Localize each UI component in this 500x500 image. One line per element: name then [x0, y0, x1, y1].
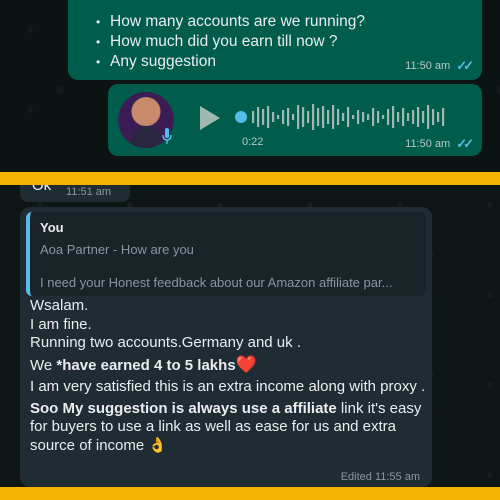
heart-emoji: ❤️: [235, 354, 257, 374]
message-line: Wsalam.: [30, 297, 89, 314]
mic-icon: [162, 128, 172, 144]
double-check-icon: ✓✓: [456, 136, 474, 151]
message-body: Wsalam. I am fine. Running two accounts.…: [30, 297, 428, 455]
audio-waveform[interactable]: [234, 102, 454, 132]
message-bold-text: *have earned 4 to 5 lakhs: [56, 356, 236, 374]
quoted-message[interactable]: You Aoa Partner - How are you I need you…: [26, 212, 426, 296]
message-line: Running two accounts.Germany and uk .: [30, 334, 301, 351]
message-line: I am very satisfied this is an extra inc…: [30, 378, 426, 395]
list-item: How much did you earn till now ?: [82, 32, 470, 52]
message-meta: 11:50 am ✓✓: [405, 136, 474, 152]
ok-hand-emoji: 👌: [148, 436, 168, 454]
quote-text: I need your Honest feedback about our Am…: [40, 275, 393, 290]
message-line: Soo My suggestion is always use a affili…: [30, 400, 428, 456]
outgoing-message-list[interactable]: How many accounts are we running? How mu…: [68, 0, 482, 80]
incoming-reply-message[interactable]: You Aoa Partner - How are you I need you…: [20, 207, 432, 487]
quote-author: You: [40, 220, 64, 235]
divider-bar: [0, 172, 500, 185]
message-text: Ok: [32, 185, 52, 194]
message-meta: 11:50 am ✓✓: [405, 58, 474, 74]
message-time: 11:50 am: [405, 138, 451, 150]
message-time: 11:50 am: [405, 60, 451, 72]
play-icon[interactable]: [200, 106, 220, 130]
quote-text: Aoa Partner - How are you: [40, 242, 194, 257]
incoming-message-partial[interactable]: Ok 11:51 am: [20, 185, 130, 202]
message-text: We: [30, 356, 57, 374]
edited-time: Edited 11:55 am: [340, 471, 420, 483]
message-bold-text: Soo My suggestion is always use a affili…: [30, 399, 337, 417]
chat-panel-top: How many accounts are we running? How mu…: [0, 0, 500, 172]
divider-bar: [0, 487, 500, 500]
list-item: How many accounts are we running?: [82, 12, 470, 32]
message-line: We *have earned 4 to 5 lakhs❤️: [30, 354, 428, 376]
voice-note-message[interactable]: 0:22 11:50 am ✓✓: [108, 84, 482, 156]
double-check-icon: ✓✓: [456, 58, 474, 73]
voice-duration: 0:22: [242, 136, 264, 148]
message-line: I am fine.: [30, 315, 92, 333]
message-time: 11:51 am: [66, 186, 112, 198]
